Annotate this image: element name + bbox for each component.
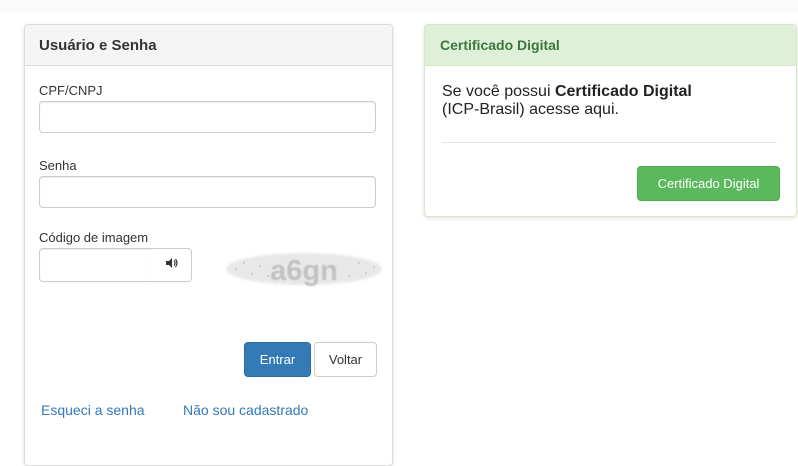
certificado-digital-button[interactable]: Certificado Digital	[637, 166, 780, 201]
divider	[442, 142, 777, 143]
entrar-button[interactable]: Entrar	[244, 342, 311, 377]
certificado-panel: Certificado Digital Se você possui Certi…	[424, 24, 797, 217]
volume-icon	[165, 256, 179, 274]
cert-text-bold: Certificado Digital	[554, 83, 692, 100]
voltar-button[interactable]: Voltar	[314, 342, 377, 377]
certificado-panel-title: Certificado Digital	[425, 25, 796, 66]
captcha-text: a6gn	[270, 255, 338, 287]
forgot-password-link[interactable]: Esqueci a senha	[41, 402, 145, 418]
cert-text-suffix: (ICP-Brasil) acesse aqui.	[442, 101, 619, 118]
register-link[interactable]: Não sou cadastrado	[183, 402, 308, 418]
codigo-input[interactable]	[39, 248, 153, 282]
senha-label: Senha	[39, 158, 77, 173]
audio-captcha-button[interactable]	[152, 248, 192, 282]
certificado-description: Se você possui Certificado Digital (ICP-…	[442, 83, 782, 119]
cpf-input[interactable]	[39, 101, 376, 133]
cert-text-prefix: Se você possui	[442, 83, 555, 100]
senha-input[interactable]	[39, 176, 376, 208]
captcha-image: a6gn	[224, 243, 384, 293]
login-panel: Usuário e Senha CPF/CNPJ Senha Código de…	[24, 24, 393, 466]
top-band	[0, 0, 798, 12]
login-panel-title: Usuário e Senha	[25, 25, 392, 66]
cpf-label: CPF/CNPJ	[39, 83, 103, 98]
codigo-label: Código de imagem	[39, 230, 149, 245]
